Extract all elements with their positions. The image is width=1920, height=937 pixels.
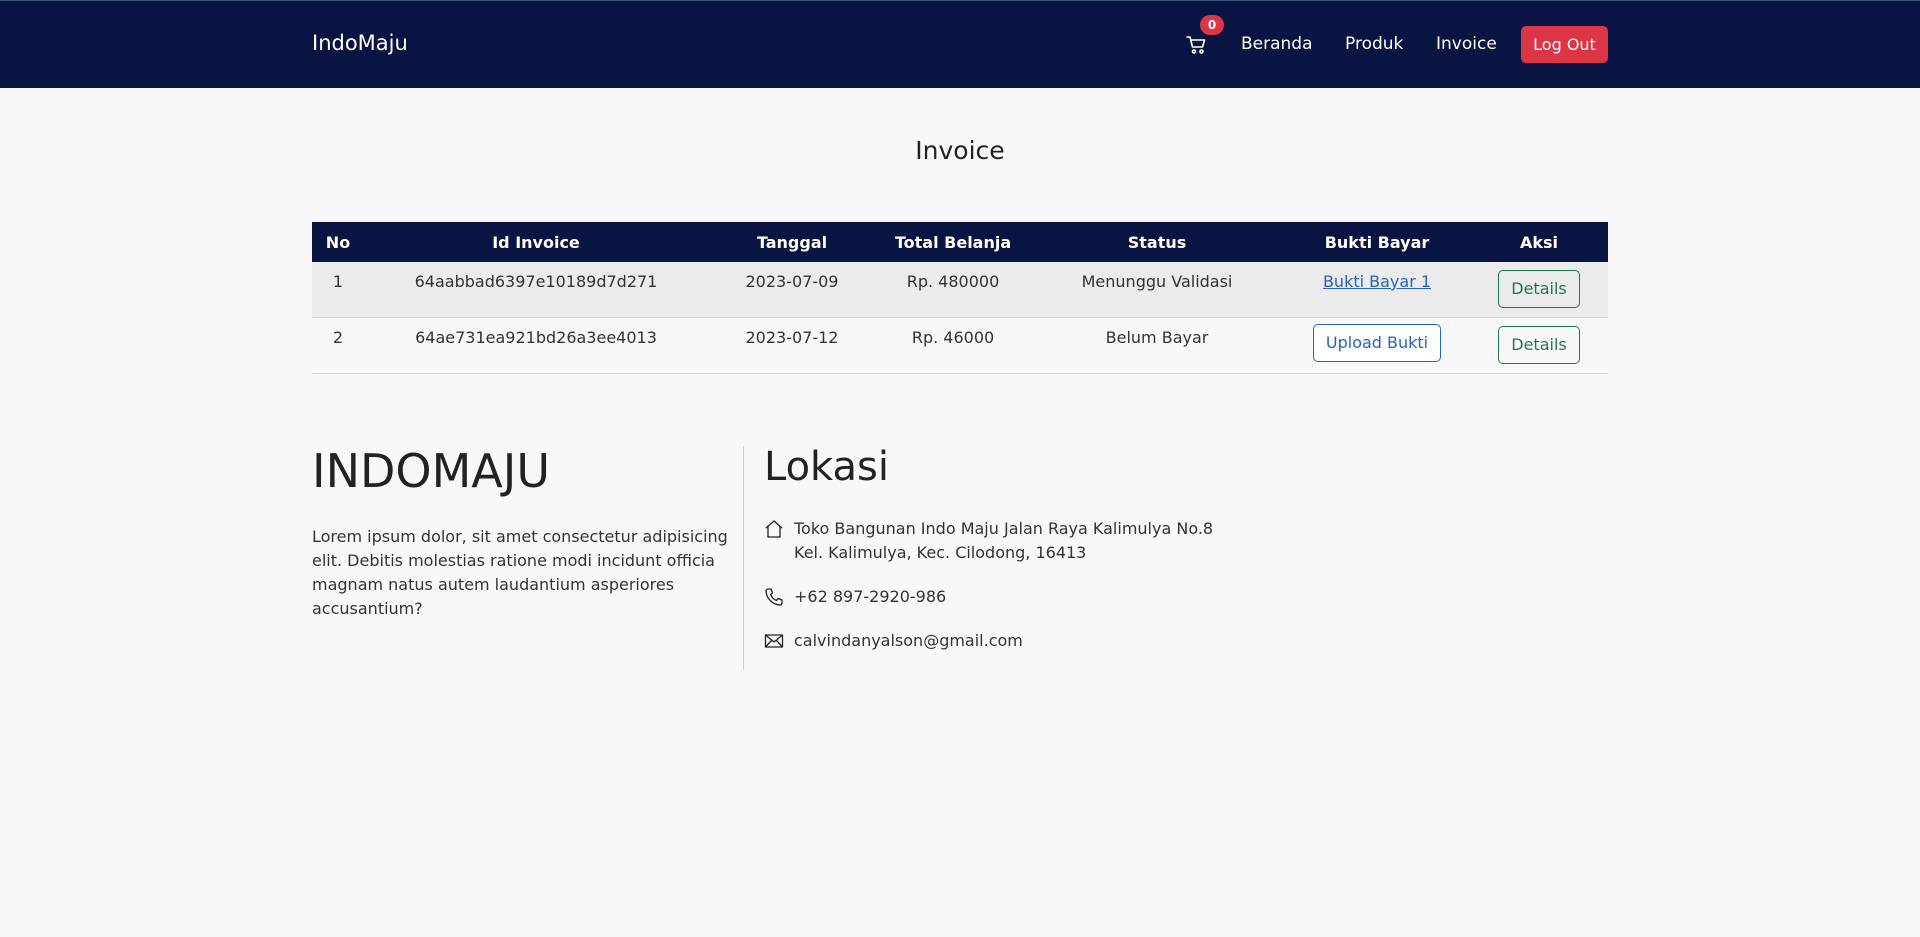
cell-total: Rp. 480000 [876,262,1030,318]
footer-divider [743,446,744,670]
cell-bukti-bayar: Bukti Bayar 1 [1284,262,1470,318]
table-header-row: No Id Invoice Tanggal Total Belanja Stat… [312,222,1608,262]
header-no: No [312,222,364,262]
cart-count-badge: 0 [1200,15,1224,35]
cell-aksi: Details [1470,262,1608,318]
cell-total: Rp. 46000 [876,317,1030,374]
cell-status: Menunggu Validasi [1030,262,1284,318]
cell-tanggal: 2023-07-09 [708,262,876,318]
page-title: Invoice [915,136,1005,165]
cell-no: 1 [312,262,364,318]
lokasi-title: Lokasi [764,444,889,490]
house-icon [764,519,784,539]
cell-id-invoice: 64aabbad6397e10189d7d271 [364,262,708,318]
phone-icon [764,587,784,607]
cell-bukti-bayar: Upload Bukti [1284,317,1470,374]
nav-link-beranda[interactable]: Beranda [1241,34,1313,54]
phone-number: +62 897-2920-986 [794,587,947,606]
footer-description: Lorem ipsum dolor, sit amet consectetur … [312,527,728,618]
upload-bukti-button[interactable]: Upload Bukti [1312,324,1442,362]
email-address: calvindanyalson@gmail.com [794,631,1023,650]
header-tanggal: Tanggal [708,222,876,262]
cell-no: 2 [312,317,364,374]
header-aksi: Aksi [1470,222,1608,262]
details-button[interactable]: Details [1498,270,1580,308]
cell-aksi: Details [1470,317,1608,374]
table-row: 2 64ae731ea921bd26a3ee4013 2023-07-12 Rp… [312,317,1608,374]
bukti-bayar-link[interactable]: Bukti Bayar 1 [1323,272,1431,291]
email-info: calvindanyalson@gmail.com [764,629,1023,653]
header-status: Status [1030,222,1284,262]
cell-status: Belum Bayar [1030,317,1284,374]
address-line-1: Toko Bangunan Indo Maju Jalan Raya Kalim… [794,519,1214,538]
header-id-invoice: Id Invoice [364,222,708,262]
cell-tanggal: 2023-07-12 [708,317,876,374]
cart-icon[interactable] [1186,35,1208,55]
envelope-icon [764,631,784,651]
brand-logo[interactable]: IndoMaju [312,31,408,55]
logout-button[interactable]: Log Out [1521,26,1608,63]
address-line-2: Kel. Kalimulya, Kec. Cilodong, 16413 [794,543,1087,562]
navbar: IndoMaju 0 Beranda Produk Invoice Log Ou… [0,0,1920,88]
table-row: 1 64aabbad6397e10189d7d271 2023-07-09 Rp… [312,262,1608,318]
address-info: Toko Bangunan Indo Maju Jalan Raya Kalim… [764,517,1213,565]
footer-brand-title: INDOMAJU [312,444,550,498]
invoice-table: No Id Invoice Tanggal Total Belanja Stat… [312,222,1608,374]
nav-link-produk[interactable]: Produk [1345,34,1403,54]
details-button[interactable]: Details [1498,326,1580,364]
header-bukti-bayar: Bukti Bayar [1284,222,1470,262]
cell-id-invoice: 64ae731ea921bd26a3ee4013 [364,317,708,374]
nav-link-invoice[interactable]: Invoice [1436,34,1497,54]
phone-info: +62 897-2920-986 [764,585,946,609]
header-total-belanja: Total Belanja [876,222,1030,262]
